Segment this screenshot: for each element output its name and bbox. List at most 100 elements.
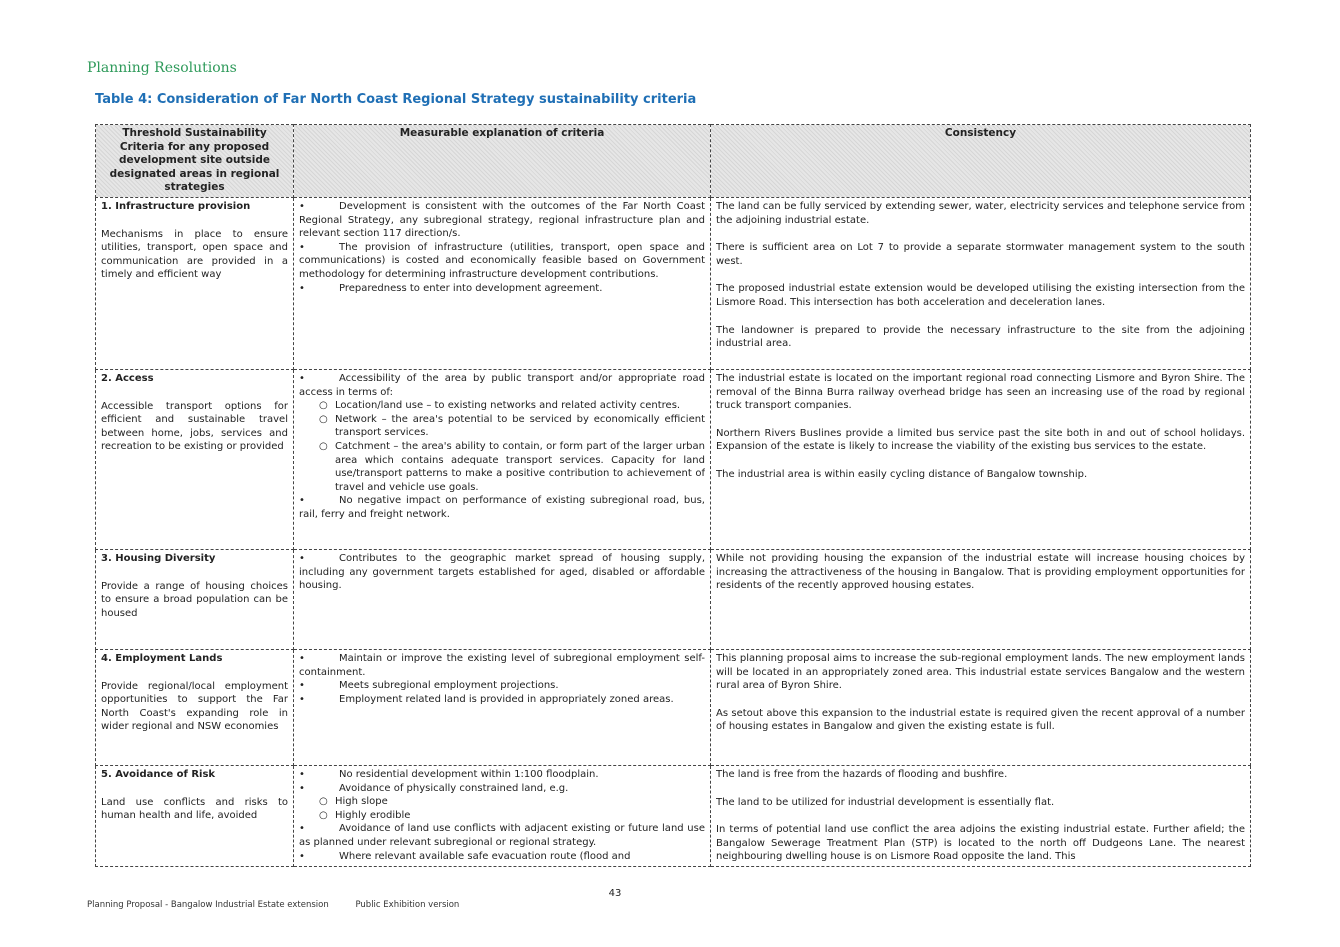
explanation-cell: • Maintain or improve the existing level … [293, 648, 711, 766]
criterion-title: 3. Housing Diversity [101, 552, 216, 564]
criterion-cell: 3. Housing Diversity Provide a range of h… [95, 548, 294, 650]
table-row: 1. Infrastructure provision Mechanisms in… [95, 196, 1251, 370]
sub-bullet-item: ○ Catchment – the area's ability to conta… [299, 440, 705, 494]
consistency-cell: The industrial estate is located on the … [710, 368, 1251, 550]
bullet-icon: • [299, 282, 305, 294]
bullet-text: Network – the area's potential to be ser… [335, 413, 705, 439]
bullet-icon: • [299, 693, 305, 705]
consistency-paragraph: The proposed industrial estate extension… [716, 283, 1245, 308]
circle-bullet-icon: ○ [319, 400, 328, 412]
section-title: Planning Resolutions [87, 60, 237, 76]
bullet-item: • Meets subregional employment projection… [299, 679, 705, 693]
table-header-row: Threshold Sustainability Criteria for an… [95, 124, 1251, 198]
bullet-text: Development is consistent with the outco… [299, 200, 705, 240]
criterion-cell: 2. Access Accessible transport options fo… [95, 368, 294, 550]
bullet-item: • Employment related land is provided in … [299, 693, 705, 707]
consistency-paragraph: This planning proposal aims to increase … [716, 652, 1245, 692]
bullet-text: Contributes to the geographic market spr… [299, 552, 705, 592]
footer-version: Public Exhibition version [355, 900, 460, 910]
bullet-icon: • [299, 241, 305, 253]
bullet-text: Avoidance of land use conflicts with adj… [299, 823, 705, 848]
criterion-cell: 1. Infrastructure provision Mechanisms in… [95, 196, 294, 370]
consistency-paragraph: The land is free from the hazards of flo… [716, 768, 1008, 780]
bullet-item: • Maintain or improve the existing level … [299, 652, 705, 679]
bullet-icon: • [299, 768, 305, 780]
page-number: 43 [608, 888, 622, 899]
bullet-text: Employment related land is provided in a… [339, 693, 674, 705]
page-footer: Planning Proposal - Bangalow Industrial … [87, 900, 459, 910]
criterion-description: Provide a range of housing choices to en… [101, 580, 288, 619]
column-header-consistency: Consistency [710, 124, 1251, 198]
consistency-paragraph: In terms of potential land use conflict … [716, 824, 1245, 863]
criterion-cell: 5. Avoidance of Risk Land use conflicts a… [95, 764, 294, 867]
circle-bullet-icon: ○ [319, 440, 328, 452]
bullet-icon: • [299, 372, 305, 384]
bullet-icon: • [299, 823, 305, 835]
consistency-cell: While not providing housing the expansio… [710, 548, 1251, 650]
bullet-text: Accessibility of the area by public tran… [299, 372, 705, 398]
bullet-item: • The provision of infrastructure (utilit… [299, 241, 705, 282]
bullet-text: Maintain or improve the existing level o… [299, 652, 705, 678]
criteria-table: Threshold Sustainability Criteria for an… [95, 124, 1251, 867]
circle-bullet-icon: ○ [319, 796, 328, 808]
bullet-icon: • [299, 552, 305, 564]
circle-bullet-icon: ○ [319, 809, 328, 821]
bullet-text: Where relevant available safe evacuation… [339, 850, 631, 862]
bullet-icon: • [299, 782, 305, 794]
criterion-title: 1. Infrastructure provision [101, 200, 251, 212]
bullet-text: Avoidance of physically constrained land… [339, 782, 569, 794]
criterion-description: Mechanisms in place to ensure utilities,… [101, 228, 288, 281]
consistency-cell: This planning proposal aims to increase … [710, 648, 1251, 766]
criterion-title: 2. Access [101, 372, 154, 384]
consistency-paragraph: The land to be utilized for industrial d… [716, 796, 1055, 808]
footer-document-title: Planning Proposal - Bangalow Industrial … [87, 900, 329, 910]
bullet-text: Highly erodible [335, 809, 411, 821]
bullet-item: • Contributes to the geographic market sp… [299, 552, 705, 593]
bullet-item: • Preparedness to enter into development … [299, 282, 705, 296]
sub-bullet-item: ○ Location/land use – to existing network… [299, 399, 705, 413]
criterion-title: 4. Employment Lands [101, 652, 223, 664]
bullet-text: No residential development within 1:100 … [339, 768, 599, 780]
consistency-paragraph: The industrial estate is located on the … [716, 372, 1245, 412]
bullet-item: • No negative impact on performance of ex… [299, 494, 705, 521]
sub-bullet-item: ○ Highly erodible [299, 809, 705, 823]
consistency-paragraph: The landowner is prepared to provide the… [716, 324, 1245, 350]
sub-bullet-item: ○ Network – the area's potential to be se… [299, 413, 705, 440]
bullet-text: Preparedness to enter into development a… [339, 282, 603, 294]
sub-bullet-item: ○ High slope [299, 795, 705, 809]
explanation-cell: • Development is consistent with the outc… [293, 196, 711, 370]
table-row: 4. Employment Lands Provide regional/loca… [95, 648, 1251, 766]
consistency-paragraph: The land can be fully serviced by extend… [716, 200, 1245, 226]
bullet-item: • Avoidance of land use conflicts with ad… [299, 822, 705, 849]
bullet-item: • Avoidance of physically constrained lan… [299, 782, 705, 796]
table-title: Table 4: Consideration of Far North Coas… [95, 92, 697, 107]
explanation-cell: • No residential development within 1:100… [293, 764, 711, 867]
table-row: 2. Access Accessible transport options fo… [95, 368, 1251, 550]
bullet-icon: • [299, 652, 305, 664]
criterion-description: Accessible transport options for efficie… [101, 400, 288, 453]
bullet-icon: • [299, 200, 305, 212]
bullet-icon: • [299, 495, 305, 507]
bullet-text: Location/land use – to existing networks… [335, 400, 681, 412]
bullet-item: • Development is consistent with the outc… [299, 200, 705, 241]
consistency-cell: The land can be fully serviced by extend… [710, 196, 1251, 370]
table-row: 3. Housing Diversity Provide a range of h… [95, 548, 1251, 650]
bullet-text: Catchment – the area's ability to contai… [335, 440, 705, 493]
column-header-explanation: Measurable explanation of criteria [293, 124, 711, 198]
criterion-title: 5. Avoidance of Risk [101, 768, 216, 780]
consistency-paragraph: As setout above this expansion to the in… [716, 707, 1245, 733]
bullet-item: • No residential development within 1:100… [299, 768, 705, 782]
bullet-text: Meets subregional employment projections… [339, 680, 559, 692]
consistency-paragraph: The industrial area is within easily cyc… [716, 468, 1088, 480]
bullet-item: • Where relevant available safe evacuatio… [299, 850, 705, 864]
consistency-paragraph: There is sufficient area on Lot 7 to pro… [716, 242, 1245, 267]
criterion-description: Land use conflicts and risks to human he… [101, 796, 288, 822]
explanation-cell: • Accessibility of the area by public tra… [293, 368, 711, 550]
bullet-icon: • [299, 850, 305, 862]
bullet-icon: • [299, 680, 305, 692]
consistency-cell: The land is free from the hazards of flo… [710, 764, 1251, 867]
column-header-criteria: Threshold Sustainability Criteria for an… [95, 124, 294, 198]
bullet-text: No negative impact on performance of exi… [299, 495, 705, 520]
bullet-text: High slope [335, 796, 388, 808]
criterion-description: Provide regional/local employment opport… [101, 680, 288, 733]
